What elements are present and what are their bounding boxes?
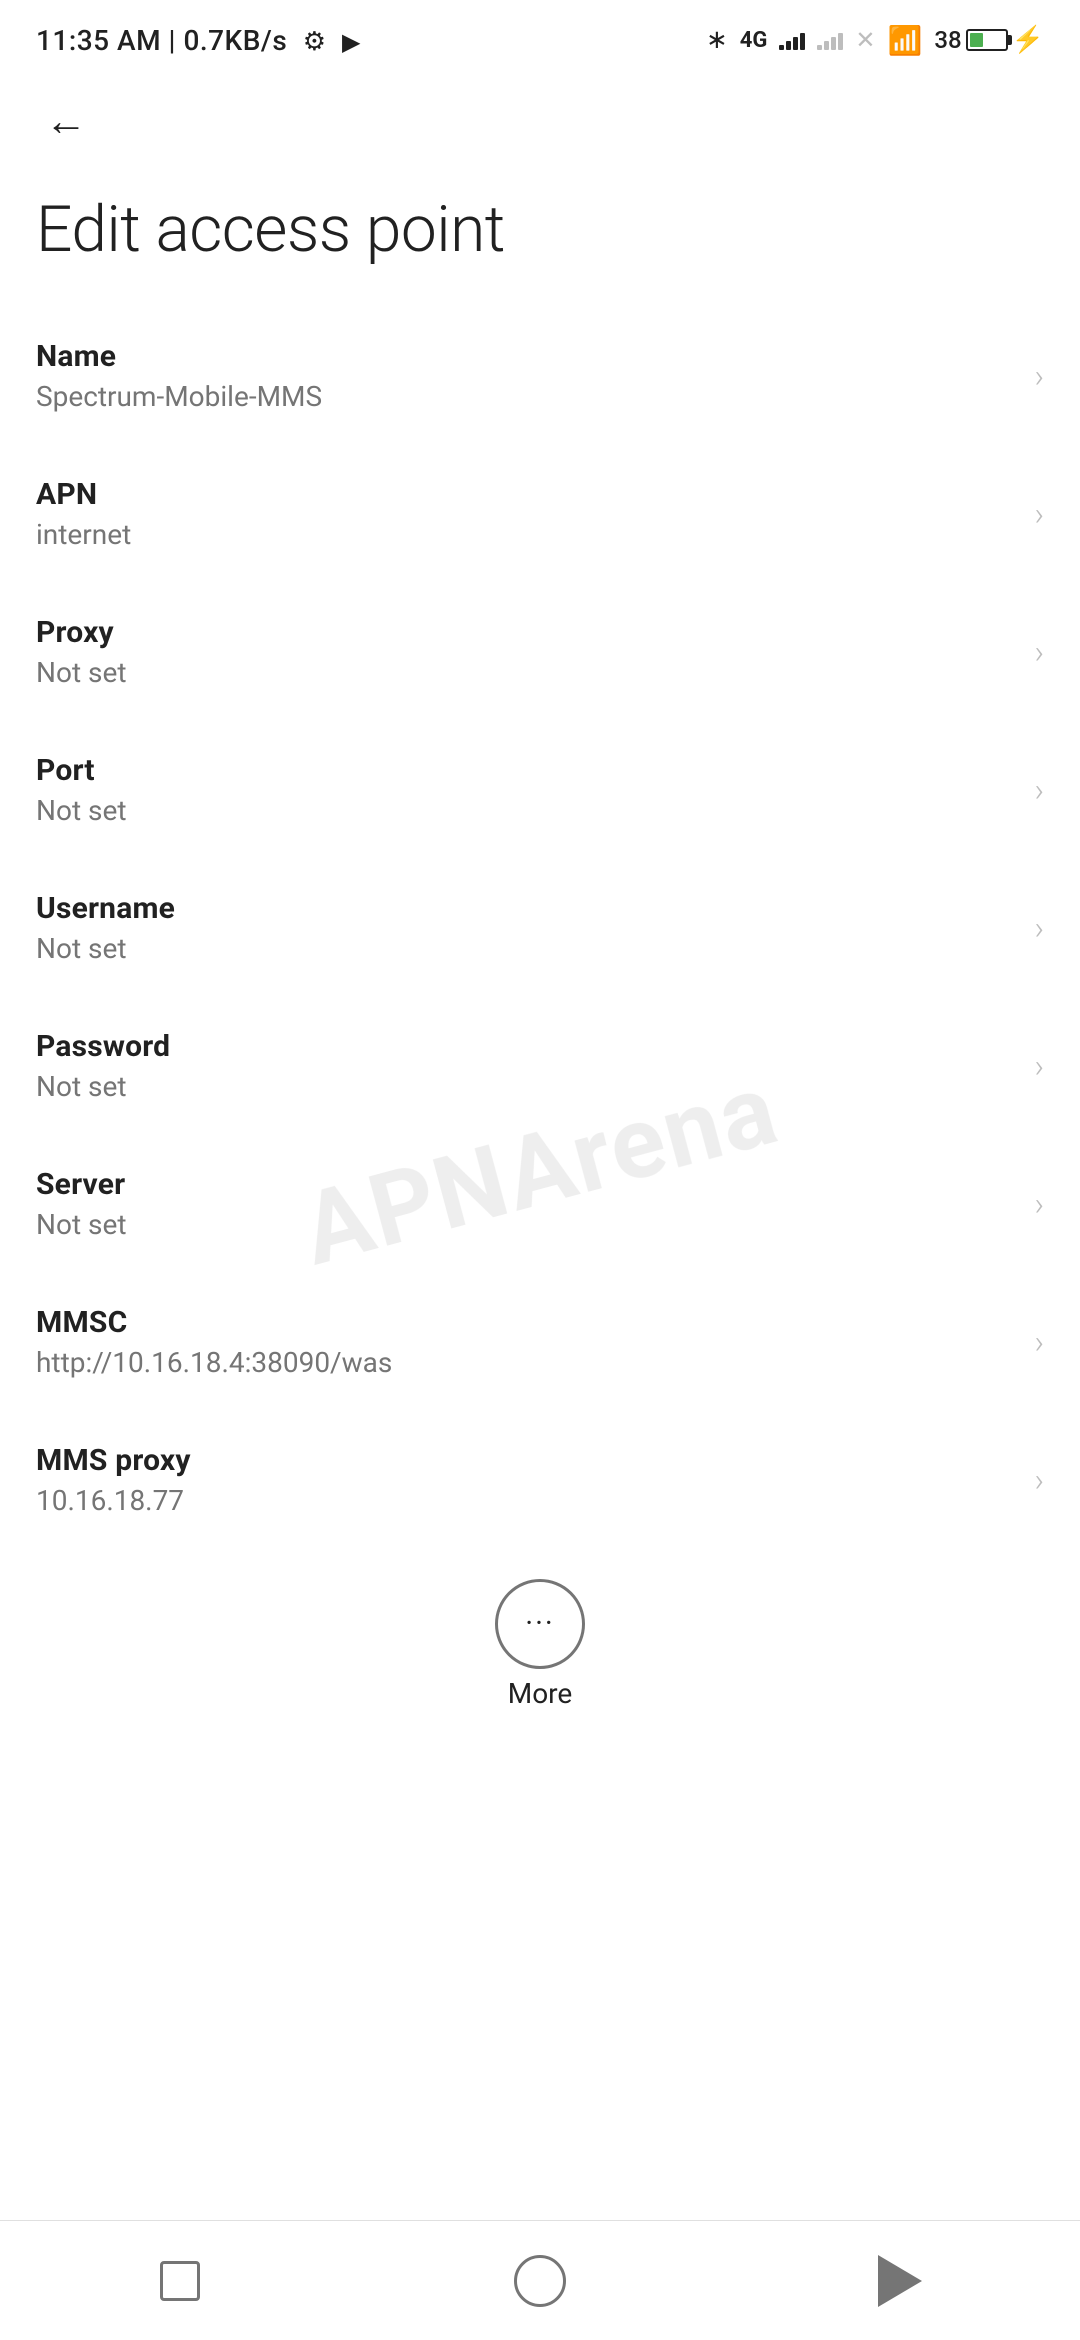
home-button[interactable] (490, 2246, 590, 2316)
status-bar: 11:35 AM | 0.7KB/s ⚙ ▶ ∗ 4G ✕ 📶 (0, 0, 1080, 72)
settings-label-mmsc: MMSC (36, 1305, 1014, 1340)
settings-value-proxy: Not set (36, 656, 1014, 689)
settings-value-apn: internet (36, 518, 1014, 551)
back-nav-icon (878, 2255, 922, 2307)
video-icon: ▶ (342, 28, 361, 56)
home-icon (514, 2255, 566, 2307)
status-time-speed: 11:35 AM | 0.7KB/s ⚙ ▶ (36, 24, 361, 57)
settings-item-name-content: Name Spectrum-Mobile-MMS (36, 339, 1014, 413)
chevron-icon-username: › (1034, 909, 1044, 947)
settings-item-proxy[interactable]: Proxy Not set › (0, 583, 1080, 721)
settings-value-server: Not set (36, 1208, 1014, 1241)
status-divider: | (169, 24, 184, 57)
settings-item-password[interactable]: Password Not set › (0, 997, 1080, 1135)
back-nav-button[interactable] (850, 2246, 950, 2316)
settings-label-port: Port (36, 753, 1014, 788)
top-nav: ← (0, 72, 1080, 172)
settings-icon: ⚙ (303, 27, 327, 57)
settings-item-server-content: Server Not set (36, 1167, 1014, 1241)
more-dots-icon: ··· (525, 1609, 555, 1639)
back-arrow-icon: ← (45, 101, 87, 143)
settings-item-username-content: Username Not set (36, 891, 1014, 965)
chevron-icon-mmsc: › (1034, 1323, 1044, 1361)
settings-label-apn: APN (36, 477, 1014, 512)
signal-bars-2 (817, 30, 843, 50)
more-section[interactable]: ··· More (0, 1549, 1080, 1730)
settings-item-username[interactable]: Username Not set › (0, 859, 1080, 997)
no-signal-icon: ✕ (855, 26, 875, 54)
recent-apps-icon (160, 2261, 200, 2301)
recent-apps-button[interactable] (130, 2246, 230, 2316)
chevron-icon-name: › (1034, 357, 1044, 395)
chevron-icon-mms-proxy: › (1034, 1461, 1044, 1499)
settings-label-server: Server (36, 1167, 1014, 1202)
settings-label-username: Username (36, 891, 1014, 926)
back-button[interactable]: ← (36, 92, 96, 152)
settings-item-server[interactable]: Server Not set › (0, 1135, 1080, 1273)
network-4g-icon: 4G (740, 28, 768, 53)
battery-percent: 38 (934, 26, 961, 54)
signal-bars-1 (779, 30, 805, 50)
settings-item-mmsc-content: MMSC http://10.16.18.4:38090/was (36, 1305, 1014, 1379)
settings-label-password: Password (36, 1029, 1014, 1064)
status-time: 11:35 AM (36, 24, 161, 57)
chevron-icon-password: › (1034, 1047, 1044, 1085)
settings-item-port[interactable]: Port Not set › (0, 721, 1080, 859)
settings-item-mms-proxy[interactable]: MMS proxy 10.16.18.77 › (0, 1411, 1080, 1549)
settings-item-proxy-content: Proxy Not set (36, 615, 1014, 689)
settings-item-password-content: Password Not set (36, 1029, 1014, 1103)
settings-item-apn-content: APN internet (36, 477, 1014, 551)
settings-value-name: Spectrum-Mobile-MMS (36, 380, 1014, 413)
status-speed: 0.7KB/s (183, 24, 287, 57)
bluetooth-icon: ∗ (706, 25, 728, 55)
battery-box (966, 29, 1008, 51)
settings-item-mms-proxy-content: MMS proxy 10.16.18.77 (36, 1443, 1014, 1517)
settings-list: Name Spectrum-Mobile-MMS › APN internet … (0, 307, 1080, 1549)
settings-item-mmsc[interactable]: MMSC http://10.16.18.4:38090/was › (0, 1273, 1080, 1411)
settings-label-mms-proxy: MMS proxy (36, 1443, 1014, 1478)
settings-item-apn[interactable]: APN internet › (0, 445, 1080, 583)
battery-fill (970, 33, 983, 47)
wifi-icon: 📶 (887, 24, 922, 57)
settings-value-mms-proxy: 10.16.18.77 (36, 1484, 1014, 1517)
bottom-nav-bar (0, 2220, 1080, 2340)
settings-item-port-content: Port Not set (36, 753, 1014, 827)
chevron-icon-proxy: › (1034, 633, 1044, 671)
settings-value-password: Not set (36, 1070, 1014, 1103)
settings-value-username: Not set (36, 932, 1014, 965)
chevron-icon-port: › (1034, 771, 1044, 809)
battery-indicator: 38 ⚡ (934, 25, 1044, 55)
chevron-icon-server: › (1034, 1185, 1044, 1223)
settings-label-name: Name (36, 339, 1014, 374)
charging-icon: ⚡ (1012, 25, 1044, 55)
settings-label-proxy: Proxy (36, 615, 1014, 650)
settings-value-port: Not set (36, 794, 1014, 827)
chevron-icon-apn: › (1034, 495, 1044, 533)
settings-value-mmsc: http://10.16.18.4:38090/was (36, 1346, 1014, 1379)
status-icons: ∗ 4G ✕ 📶 38 ⚡ (706, 24, 1044, 57)
more-circle-icon: ··· (495, 1579, 585, 1669)
settings-item-name[interactable]: Name Spectrum-Mobile-MMS › (0, 307, 1080, 445)
page-title: Edit access point (0, 172, 1080, 307)
more-label: More (508, 1677, 573, 1710)
